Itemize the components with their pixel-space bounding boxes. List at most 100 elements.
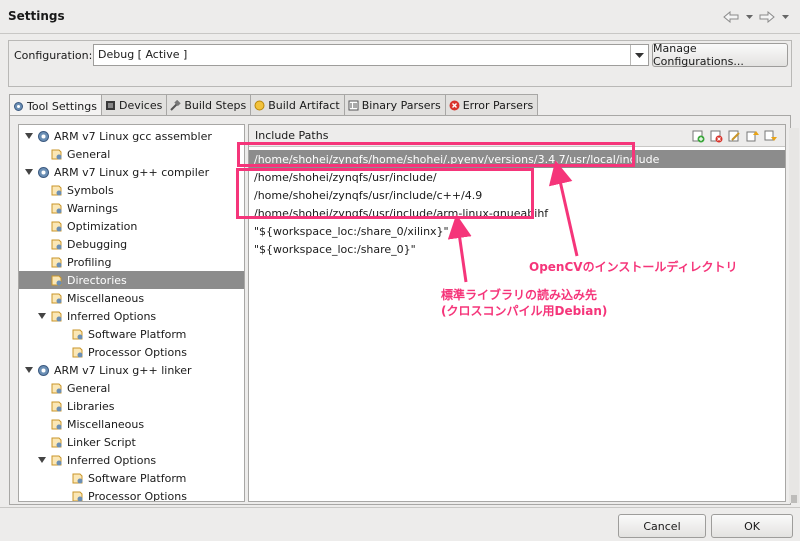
tab-label: Build Artifact [268,99,340,112]
tree-item-label: Software Platform [88,471,187,485]
tree-item[interactable]: Processor Options [19,343,244,361]
tree-item-label: Optimization [67,219,138,233]
include-path-row[interactable]: "${workspace_loc:/share_0}" [249,240,785,258]
tree-item-label: Libraries [67,399,115,413]
tab-build-artifact[interactable]: Build Artifact [250,94,345,116]
expanded-icon[interactable] [24,365,34,375]
tree-item-label: General [67,147,111,161]
tab-build-steps[interactable]: Build Steps [166,94,252,116]
hammer-icon [170,100,182,111]
tree-item-label: Miscellaneous [67,291,145,305]
forward-button[interactable] [758,10,776,24]
tree-item[interactable]: Debugging [19,235,244,253]
tree-item-label: Inferred Options [67,453,157,467]
dialog-button-bar: Cancel OK [0,507,800,541]
tab-label: Error Parsers [462,99,534,112]
tree-item[interactable]: Inferred Options [19,307,244,325]
include-path-row[interactable]: "${workspace_loc:/share_0/xilinx}" [249,222,785,240]
chevron-down-icon [745,15,753,19]
gear-icon [38,166,49,178]
tree-item[interactable]: Processor Options [19,487,244,501]
tree-item-selected[interactable]: Directories [19,271,244,289]
tree-item-label: General [67,381,111,395]
tree-item-label: Linker Script [67,435,136,449]
tab-tool-settings[interactable]: Tool Settings [9,94,102,117]
tree-item-label: Debugging [67,237,128,251]
option-page-icon [51,383,62,393]
annotation-box-opencv [237,142,635,167]
option-page-icon [51,437,62,447]
settings-tree[interactable]: ARM v7 Linux gcc assembler General ARM v… [18,124,245,502]
expanded-icon[interactable] [24,131,34,141]
arrow-right-icon [759,11,775,23]
move-up-icon[interactable] [745,129,759,143]
tree-item[interactable]: ARM v7 Linux g++ compiler [19,163,244,181]
tree-item-label: Software Platform [88,327,187,341]
tree-item[interactable]: Libraries [19,397,244,415]
cancel-button[interactable]: Cancel [618,514,706,538]
option-page-icon [51,221,62,231]
window-title: Settings [8,9,65,23]
configuration-select[interactable]: Debug [ Active ] [93,44,649,66]
tree-item[interactable]: ARM v7 Linux gcc assembler [19,127,244,145]
arrow-left-icon [723,11,739,23]
expanded-icon[interactable] [37,311,47,321]
tab-binary-parsers[interactable]: Binary Parsers [343,94,446,116]
tree-item-label: Inferred Options [67,309,157,323]
expanded-icon[interactable] [24,167,34,177]
gear-icon [14,101,23,111]
ok-button[interactable]: OK [711,514,793,538]
option-page-icon [72,473,83,483]
artifact-icon [254,100,265,111]
tree-item[interactable]: General [19,379,244,397]
tree-item-label: Processor Options [88,345,187,359]
dropdown-arrow[interactable] [630,45,648,65]
tree-item[interactable]: General [19,145,244,163]
option-page-icon [51,401,62,411]
manage-configurations-button[interactable]: Manage Configurations... [652,42,788,68]
back-button[interactable] [722,10,740,24]
tree-item[interactable]: Software Platform [19,469,244,487]
option-page-icon [72,491,83,501]
add-icon[interactable] [691,129,705,143]
expanded-icon[interactable] [37,455,47,465]
tree-item[interactable]: Software Platform [19,325,244,343]
tab-error-parsers[interactable]: Error Parsers [444,94,539,116]
include-paths-toolbar [691,129,777,143]
tree-item[interactable]: Symbols [19,181,244,199]
vertical-scrollbar[interactable] [789,128,799,503]
option-page-icon [51,419,62,429]
edit-icon[interactable] [727,129,741,143]
tree-item-label: ARM v7 Linux gcc assembler [54,129,212,143]
forward-menu-button[interactable] [780,10,790,24]
option-page-icon [51,239,62,249]
gear-icon [38,364,49,376]
configuration-label: Configuration: [14,49,93,62]
tree-item[interactable]: Optimization [19,217,244,235]
nav-buttons [722,10,790,24]
include-paths-title: Include Paths [255,129,329,142]
tree-item-label: ARM v7 Linux g++ linker [54,363,192,377]
option-page-icon [72,347,83,357]
tree-item[interactable]: ARM v7 Linux g++ linker [19,361,244,379]
tree-item[interactable]: Profiling [19,253,244,271]
tree-item[interactable]: Miscellaneous [19,415,244,433]
option-page-icon [51,185,62,195]
move-down-icon[interactable] [763,129,777,143]
tree-item[interactable]: Linker Script [19,433,244,451]
gear-icon [38,130,49,142]
tab-label: Build Steps [184,99,247,112]
chip-icon [105,101,115,110]
tree-item-label: Miscellaneous [67,417,145,431]
back-menu-button[interactable] [744,10,754,24]
option-page-icon [51,311,62,321]
tab-label: Binary Parsers [361,99,441,112]
delete-icon[interactable] [709,129,723,143]
tree-item-label: ARM v7 Linux g++ compiler [54,165,210,179]
tab-label: Tool Settings [27,99,97,113]
tree-item[interactable]: Inferred Options [19,451,244,469]
option-page-icon [51,293,62,303]
tab-devices[interactable]: Devices [100,94,168,116]
tree-item[interactable]: Miscellaneous [19,289,244,307]
tree-item[interactable]: Warnings [19,199,244,217]
